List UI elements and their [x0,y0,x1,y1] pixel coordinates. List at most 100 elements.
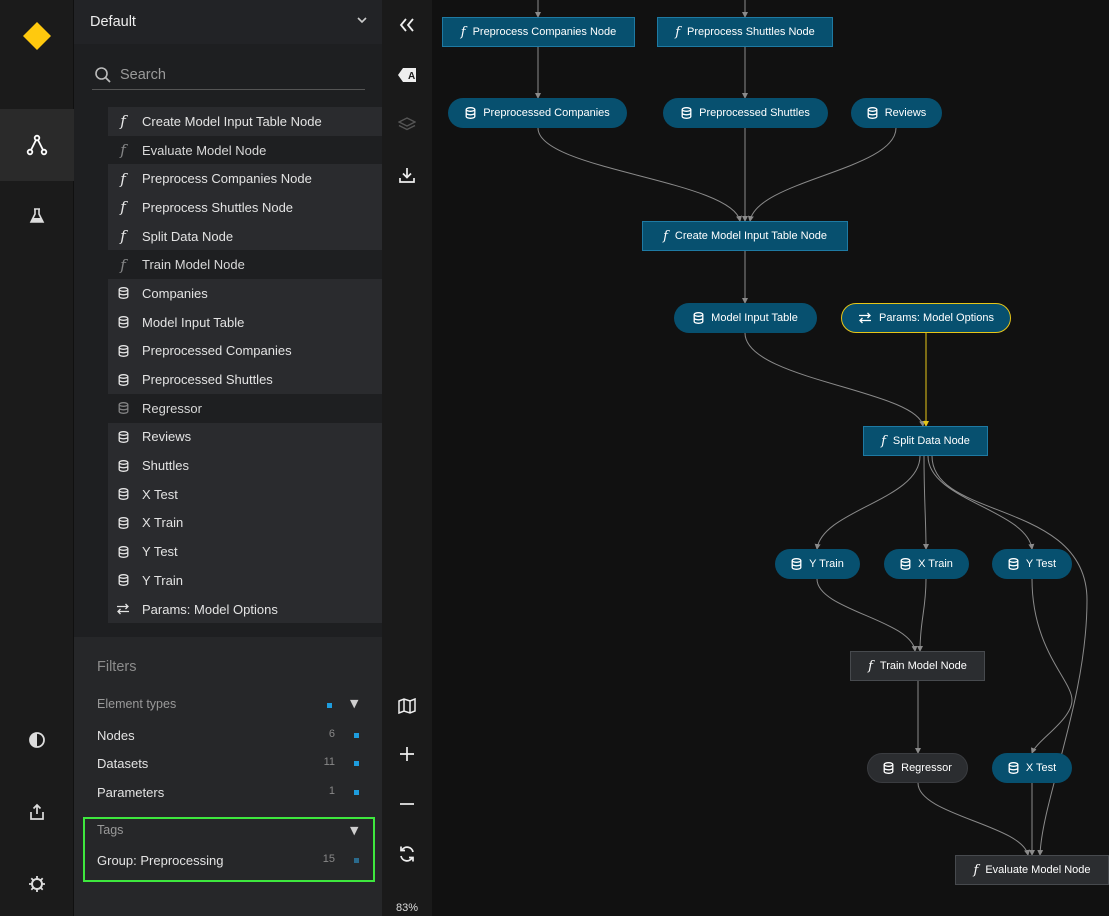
label-toggle-button[interactable]: A [382,60,432,90]
graph-edge [537,127,742,222]
database-icon [883,762,894,774]
graph-node-xte[interactable]: X Test [992,753,1072,783]
tags-collapse-toggle[interactable]: ▼ [350,824,358,837]
graph-node-xtr[interactable]: X Train [884,549,969,579]
collapse-sidebar-button[interactable] [382,10,432,40]
zoom-in-button[interactable] [382,739,432,769]
node-list-item[interactable]: f Split Data Node [108,221,382,251]
node-list-item[interactable]: Preprocessed Companies [108,336,382,366]
database-icon [112,572,134,588]
graph-node-pco[interactable]: Preprocessed Companies [448,98,627,128]
pipeline-dropdown[interactable]: Default [74,0,382,44]
download-button[interactable] [382,160,432,190]
reset-zoom-button[interactable] [382,839,432,869]
graph-toolbar: A 83% [382,0,432,916]
graph-node-mit[interactable]: Model Input Table [674,303,817,333]
graph-edge [744,332,926,427]
database-icon [900,558,911,570]
search-input[interactable] [120,66,360,83]
graph-node-sd[interactable]: f Split Data Node [863,426,988,456]
node-list-item[interactable]: Model Input Table [108,307,382,337]
database-icon [112,544,134,560]
parameters-icon [858,312,872,324]
node-list-item[interactable]: Reviews [108,422,382,452]
graph-node-em[interactable]: f Evaluate Model Node [955,855,1109,885]
theme-toggle-button[interactable] [0,704,74,776]
filter-label: Group: Preprocessing [97,853,224,868]
graph-node-label: Params: Model Options [879,312,994,324]
settings-button[interactable] [0,848,74,916]
graph-node-reg[interactable]: Regressor [867,753,968,783]
node-list-label: Split Data Node [142,228,234,244]
graph-edge [814,455,921,550]
filter-label: Parameters [97,785,165,800]
filter-row-tag[interactable]: Group: Preprocessing 15 [97,853,359,868]
node-list-item[interactable]: Shuttles [108,451,382,480]
node-list-item[interactable]: X Train [108,508,382,538]
layers-icon [398,117,416,131]
node-list-item[interactable]: f Preprocess Companies Node [108,164,382,194]
graph-node-label: X Train [918,558,953,570]
graph-node-pc[interactable]: f Preprocess Companies Node [442,17,635,47]
filter-row-parameters[interactable]: Parameters 1 [97,785,359,800]
filter-checkbox[interactable] [354,761,359,766]
node-list-label: Y Test [142,544,178,560]
export-button[interactable] [0,776,74,848]
node-list-label: Train Model Node [142,257,245,273]
filter-checkbox[interactable] [354,858,359,863]
flowchart-view-button[interactable] [0,109,74,181]
graph-edge [1031,578,1073,754]
function-icon: f [120,169,126,188]
label-toggle-icon: A [398,68,416,82]
node-list-item[interactable]: Y Train [108,566,382,595]
filter-row-nodes[interactable]: Nodes 6 [97,728,359,743]
graph-node-pmo[interactable]: Params: Model Options [841,303,1011,333]
node-list-item[interactable]: X Test [108,479,382,509]
node-list-item[interactable]: Params: Model Options [108,594,382,624]
filters-title: Filters [97,659,137,675]
graph-node-ps[interactable]: f Preprocess Shuttles Node [657,17,833,47]
filter-checkbox[interactable] [354,790,359,795]
node-list-label: Evaluate Model Node [142,142,267,158]
minimap-button[interactable] [382,691,432,721]
graph-node-rev[interactable]: Reviews [851,98,942,128]
filter-checkbox[interactable] [354,733,359,738]
kedro-logo[interactable] [0,0,74,72]
node-list-item[interactable]: Companies [108,279,382,308]
layers-button[interactable] [382,110,432,140]
node-list-item[interactable]: f Preprocess Shuttles Node [108,193,382,222]
database-icon [112,400,134,416]
element-types-collapse-toggle[interactable]: ▼ [350,697,358,710]
node-list-label: X Train [142,515,184,531]
database-icon [112,314,134,330]
graph-node-label: Preprocess Companies Node [472,26,617,38]
function-icon: f [460,24,466,40]
graph-node-cmit[interactable]: f Create Model Input Table Node [642,221,848,251]
database-icon [681,107,692,119]
zoom-out-button[interactable] [382,789,432,819]
function-icon: f [663,228,668,244]
filter-count: 11 [323,756,335,768]
reset-zoom-icon [400,846,414,862]
graph-node-label: Y Test [1025,558,1057,570]
tags-heading: Tags [97,823,124,837]
experiment-tracking-button[interactable] [0,180,74,252]
flowchart-canvas[interactable]: f Preprocess Companies Node f Preprocess Sh… [432,0,1109,916]
node-list-item[interactable]: Y Test [108,537,382,566]
graph-node-ytr[interactable]: Y Train [775,549,860,579]
graph-node-label: Preprocessed Shuttles [699,107,810,119]
graph-node-psh[interactable]: Preprocessed Shuttles [663,98,828,128]
graph-node-tm[interactable]: f Train Model Node [850,651,985,681]
node-list-item[interactable]: f Create Model Input Table Node [108,107,382,136]
filter-row-datasets[interactable]: Datasets 11 [97,756,359,771]
node-list-item[interactable]: Preprocessed Shuttles [108,365,382,394]
node-list-item[interactable]: Regressor [108,393,382,423]
zoom-out-icon [400,803,414,805]
diamond-logo-icon [23,22,51,50]
node-list-item[interactable]: f Train Model Node [108,250,382,280]
node-list-label: Preprocess Companies Node [142,171,312,187]
function-icon: f [120,255,126,274]
graph-node-yte[interactable]: Y Test [992,549,1072,579]
node-list-item[interactable]: f Evaluate Model Node [108,135,382,165]
graph-node-label: Split Data Node [892,435,970,447]
